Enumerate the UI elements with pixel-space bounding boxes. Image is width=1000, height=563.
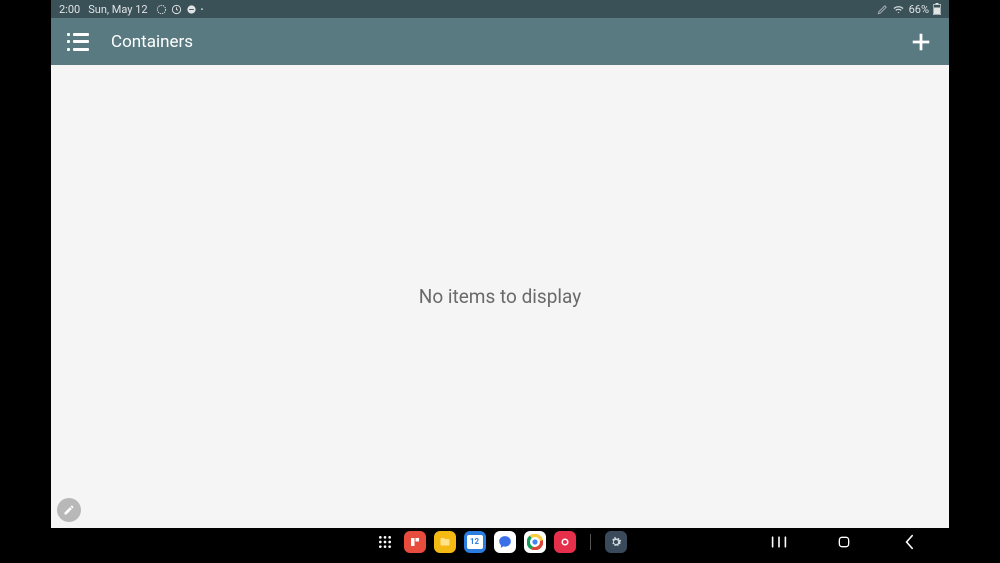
menu-icon[interactable] xyxy=(67,33,89,51)
dock-app-settings[interactable] xyxy=(605,531,627,553)
dock-app-camera[interactable] xyxy=(554,531,576,553)
dock-divider xyxy=(590,534,591,550)
pen-icon xyxy=(877,4,888,15)
dock-app-messages[interactable] xyxy=(494,531,516,553)
dnd-icon xyxy=(156,4,167,15)
empty-state-text: No items to display xyxy=(419,285,581,308)
status-bar: 2:00 Sun, May 12 • 66% xyxy=(51,0,949,18)
add-button[interactable] xyxy=(909,30,933,54)
battery-icon xyxy=(933,3,941,15)
battery-percent: 66% xyxy=(909,3,929,16)
content-area: No items to display xyxy=(51,65,949,528)
minus-circle-icon xyxy=(186,4,197,15)
back-button[interactable] xyxy=(899,532,919,552)
navigation-bar: 12 xyxy=(51,528,949,555)
apps-grid-icon[interactable] xyxy=(374,531,396,553)
dock-app-1[interactable] xyxy=(404,531,426,553)
dot-icon: • xyxy=(201,5,204,14)
page-title: Containers xyxy=(111,32,909,52)
clock-icon xyxy=(171,4,182,15)
dock-app-chrome[interactable] xyxy=(524,531,546,553)
status-date: Sun, May 12 xyxy=(88,3,147,16)
dock-app-calendar[interactable]: 12 xyxy=(464,531,486,553)
home-button[interactable] xyxy=(834,532,854,552)
edit-fab[interactable] xyxy=(57,498,81,522)
app-bar: Containers xyxy=(51,18,949,65)
status-time: 2:00 xyxy=(59,3,80,16)
recents-button[interactable] xyxy=(769,532,789,552)
wifi-icon xyxy=(892,4,905,15)
dock-app-files[interactable] xyxy=(434,531,456,553)
